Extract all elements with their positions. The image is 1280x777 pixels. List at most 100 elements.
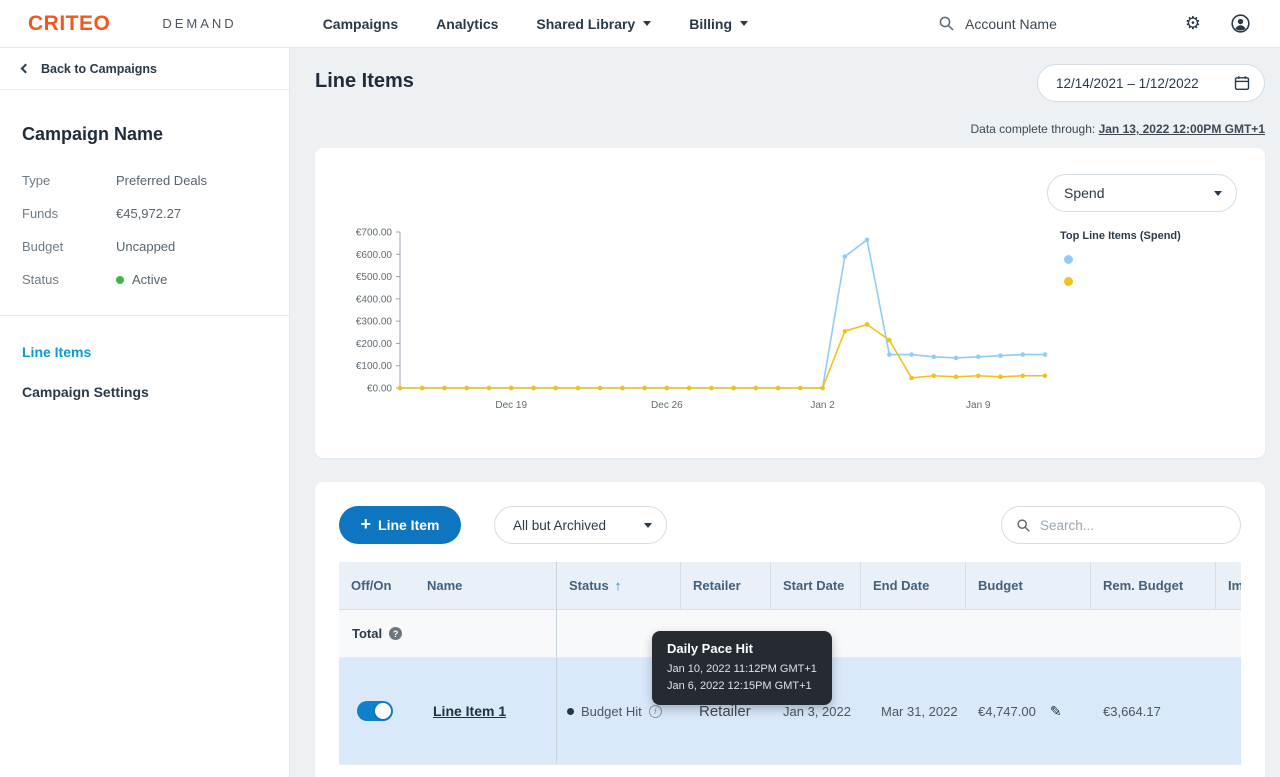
main-nav: Campaigns Analytics Shared Library Billi…: [323, 16, 748, 32]
search-icon[interactable]: [938, 15, 955, 32]
field-label: Status: [22, 272, 116, 287]
criteo-logo[interactable]: CRITEO: [28, 12, 110, 36]
end-date-cell: Mar 31, 2022: [861, 658, 966, 764]
col-header-budget[interactable]: Budget: [966, 562, 1091, 610]
active-status-dot: [116, 276, 124, 284]
col-header-label: Im: [1228, 578, 1241, 593]
legend-dot-series-2[interactable]: [1064, 277, 1073, 286]
svg-text:Dec 19: Dec 19: [495, 400, 527, 411]
campaign-field-funds: Funds €45,972.27: [22, 206, 267, 221]
metric-select[interactable]: Spend: [1047, 174, 1237, 212]
legend-dot-series-1[interactable]: [1064, 255, 1073, 264]
col-header-impressions[interactable]: Im: [1216, 562, 1241, 610]
field-value: €45,972.27: [116, 206, 181, 221]
add-line-item-button[interactable]: + Line Item: [339, 506, 461, 544]
rem-budget-value: €3,664.17: [1103, 704, 1161, 719]
back-to-campaigns-link[interactable]: Back to Campaigns: [0, 48, 289, 90]
chevron-left-icon: [21, 64, 31, 74]
account-name[interactable]: Account Name: [965, 16, 1057, 32]
svg-text:Jan 9: Jan 9: [966, 400, 991, 411]
end-date-value: Mar 31, 2022: [881, 704, 958, 719]
field-value: Active: [132, 272, 167, 287]
product-name: DEMAND: [162, 16, 236, 31]
profile-icon[interactable]: [1231, 14, 1250, 33]
search-input[interactable]: [1040, 518, 1220, 533]
col-header-status[interactable]: Status: [557, 562, 681, 610]
field-value: Preferred Deals: [116, 173, 207, 188]
svg-text:Dec 26: Dec 26: [651, 400, 683, 411]
chevron-down-icon: [643, 21, 651, 26]
campaign-name: Campaign Name: [22, 124, 267, 145]
sidebar: Back to Campaigns Campaign Name Type Pre…: [0, 48, 290, 777]
top-nav: CRITEO DEMAND Campaigns Analytics Shared…: [0, 0, 1280, 48]
date-range-picker[interactable]: 12/14/2021 – 1/12/2022: [1037, 64, 1265, 102]
status-label: Budget Hit: [581, 704, 642, 719]
back-label: Back to Campaigns: [41, 62, 157, 76]
svg-text:€500.00: €500.00: [356, 272, 393, 283]
col-header-rem-budget[interactable]: Rem. Budget: [1091, 562, 1216, 610]
search-icon: [1016, 518, 1031, 533]
col-header-start-date[interactable]: Start Date: [771, 562, 861, 610]
name-cell: Line Item 1: [415, 658, 557, 764]
svg-text:Jan 2: Jan 2: [810, 400, 835, 411]
col-header-retailer[interactable]: Retailer: [681, 562, 771, 610]
budget-cell: €4,747.00: [966, 658, 1091, 764]
help-icon[interactable]: [389, 627, 402, 640]
line-items-card: + Line Item All but Archived Off/On Name…: [315, 482, 1265, 777]
field-value: Uncapped: [116, 239, 175, 254]
gear-icon[interactable]: [1185, 13, 1201, 34]
retailer-label: Retailer: [699, 703, 751, 720]
svg-text:€100.00: €100.00: [356, 361, 393, 372]
spend-line-chart: €0.00€100.00€200.00€300.00€400.00€500.00…: [345, 218, 1055, 418]
col-header-label: Start Date: [783, 578, 844, 593]
add-line-item-label: Line Item: [378, 517, 439, 533]
info-icon[interactable]: [649, 705, 662, 718]
search-box: [1001, 506, 1241, 544]
col-header-label: Name: [427, 578, 462, 593]
col-header-label: Status: [569, 578, 609, 593]
campaign-field-type: Type Preferred Deals: [22, 173, 267, 188]
col-header-name[interactable]: Name: [415, 562, 557, 610]
svg-text:€400.00: €400.00: [356, 294, 393, 305]
status-filter-select[interactable]: All but Archived: [494, 506, 667, 544]
tooltip-line: Jan 6, 2022 12:15PM GMT+1: [667, 678, 817, 695]
nav-right: Account Name: [938, 13, 1250, 34]
status-value: Active: [116, 272, 167, 287]
page-title: Line Items: [315, 70, 414, 93]
chart-card: Spend €0.00€100.00€200.00€300.00€400.00€…: [315, 148, 1265, 458]
edit-budget-icon[interactable]: [1050, 703, 1062, 720]
nav-billing-label: Billing: [689, 16, 732, 32]
svg-text:€0.00: €0.00: [367, 384, 392, 395]
sidebar-item-campaign-settings[interactable]: Campaign Settings: [22, 384, 267, 400]
field-label: Budget: [22, 239, 116, 254]
col-header-label: Budget: [978, 578, 1023, 593]
line-item-toggle-on[interactable]: [357, 701, 393, 721]
col-header-label: Off/On: [351, 578, 391, 593]
nav-billing[interactable]: Billing: [689, 16, 748, 32]
off-on-cell: [339, 658, 415, 764]
data-complete-prefix: Data complete through:: [970, 122, 1098, 136]
chevron-down-icon: [740, 21, 748, 26]
line-item-name-link[interactable]: Line Item 1: [415, 703, 506, 719]
sort-ascending-icon: [615, 578, 622, 593]
nav-shared-library-label: Shared Library: [536, 16, 635, 32]
metric-select-value: Spend: [1064, 185, 1104, 201]
status-dot: [567, 708, 574, 715]
nav-shared-library[interactable]: Shared Library: [536, 16, 651, 32]
status-filter-value: All but Archived: [513, 518, 606, 533]
data-complete-link[interactable]: Jan 13, 2022 12:00PM GMT+1: [1099, 122, 1265, 136]
col-header-off-on[interactable]: Off/On: [339, 562, 415, 610]
col-header-end-date[interactable]: End Date: [861, 562, 966, 610]
plus-icon: +: [361, 514, 372, 535]
start-date-value: Jan 3, 2022: [783, 704, 851, 719]
impressions-cell: [1216, 658, 1241, 764]
nav-analytics[interactable]: Analytics: [436, 16, 498, 32]
calendar-icon: [1234, 75, 1250, 91]
col-header-label: End Date: [873, 578, 929, 593]
chart-legend: Top Line Items (Spend): [1060, 230, 1181, 286]
col-header-label: Rem. Budget: [1103, 578, 1183, 593]
nav-campaigns[interactable]: Campaigns: [323, 16, 398, 32]
sidebar-links: Line Items Campaign Settings: [22, 316, 267, 400]
nav-campaigns-label: Campaigns: [323, 16, 398, 32]
sidebar-item-line-items[interactable]: Line Items: [22, 344, 267, 360]
